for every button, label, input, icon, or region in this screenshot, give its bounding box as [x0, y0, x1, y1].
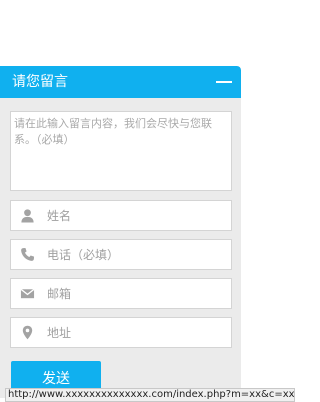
widget-title: 请您留言	[12, 74, 68, 90]
user-icon	[21, 209, 34, 223]
message-widget: 请您留言 发送	[0, 66, 241, 398]
envelope-icon	[20, 288, 35, 299]
address-input[interactable]	[47, 318, 227, 347]
name-field	[10, 200, 232, 231]
message-textarea[interactable]	[10, 111, 232, 191]
widget-header: 请您留言	[0, 66, 241, 98]
email-input[interactable]	[47, 279, 227, 308]
phone-input[interactable]	[47, 240, 227, 269]
map-pin-icon	[22, 325, 33, 340]
minus-icon[interactable]	[216, 74, 232, 90]
phone-icon	[21, 247, 35, 261]
phone-field	[10, 239, 232, 270]
address-field	[10, 317, 232, 348]
name-input[interactable]	[47, 201, 227, 230]
email-field	[10, 278, 232, 309]
status-bar-url: http://www.xxxxxxxxxxxxxx.com/index.php?…	[5, 388, 295, 402]
